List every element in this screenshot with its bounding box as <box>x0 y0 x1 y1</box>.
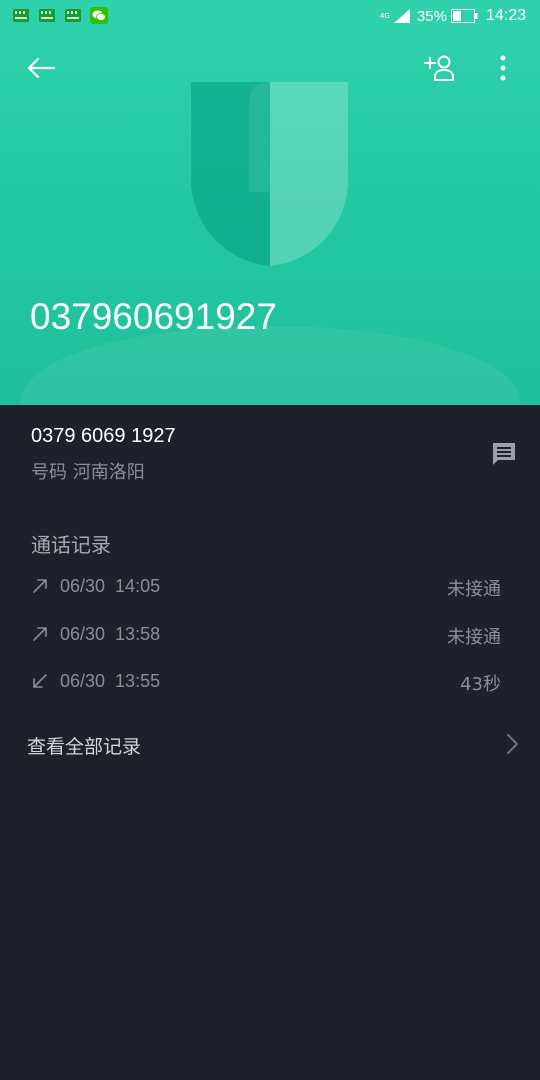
add-contact-button[interactable] <box>418 48 460 88</box>
more-options-button[interactable] <box>486 48 520 88</box>
sim-card-icon <box>39 9 55 22</box>
sim-card-icon <box>65 9 81 22</box>
battery-percent: 35% <box>416 7 447 25</box>
add-person-icon <box>424 55 454 81</box>
more-vertical-icon <box>500 55 506 81</box>
call-log-entry[interactable]: 06/30 13:58 未接通 <box>0 614 540 658</box>
number-location: 号码 河南洛阳 <box>31 462 145 483</box>
back-button[interactable] <box>22 50 60 86</box>
outgoing-call-icon <box>33 579 47 593</box>
call-date: 06/30 14:05 <box>60 576 161 596</box>
number-info: 0379 6069 1927 号码 河南洛阳 <box>0 405 540 501</box>
wechat-icon <box>90 7 108 24</box>
call-date: 06/30 13:58 <box>60 624 161 644</box>
arrow-left-icon <box>27 57 55 79</box>
message-icon <box>493 443 515 465</box>
chevron-right-icon <box>507 734 518 754</box>
notification-icons <box>12 7 108 24</box>
network-type-label: 4G <box>379 11 390 20</box>
call-log-entry[interactable]: 06/30 13:55 43秒 <box>0 661 540 705</box>
call-status: 43秒 <box>460 674 501 695</box>
call-log-entry[interactable]: 06/30 14:05 未接通 <box>0 566 540 610</box>
clock: 14:23 <box>485 7 526 24</box>
send-message-button[interactable] <box>483 435 525 473</box>
battery-icon <box>450 9 478 23</box>
outgoing-call-icon <box>33 627 47 641</box>
incoming-call-icon <box>33 674 47 688</box>
signal-icon <box>393 9 410 23</box>
view-all-label: 查看全部记录 <box>27 736 142 758</box>
call-status: 未接通 <box>447 627 501 648</box>
contact-title: 037960691927 <box>30 296 277 337</box>
phone-number[interactable]: 0379 6069 1927 <box>31 425 176 448</box>
status-bar: 4G 35% 14:23 <box>0 0 540 32</box>
call-status: 未接通 <box>447 579 501 600</box>
view-all-records-button[interactable]: 查看全部记录 <box>0 722 540 766</box>
call-log-title: 通话记录 <box>31 533 111 557</box>
call-date: 06/30 13:55 <box>60 671 161 691</box>
contact-header: 4G 35% 14:23 037960691927 <box>0 0 540 405</box>
system-status: 4G 35% 14:23 <box>379 5 526 27</box>
sim-card-icon <box>13 9 29 22</box>
